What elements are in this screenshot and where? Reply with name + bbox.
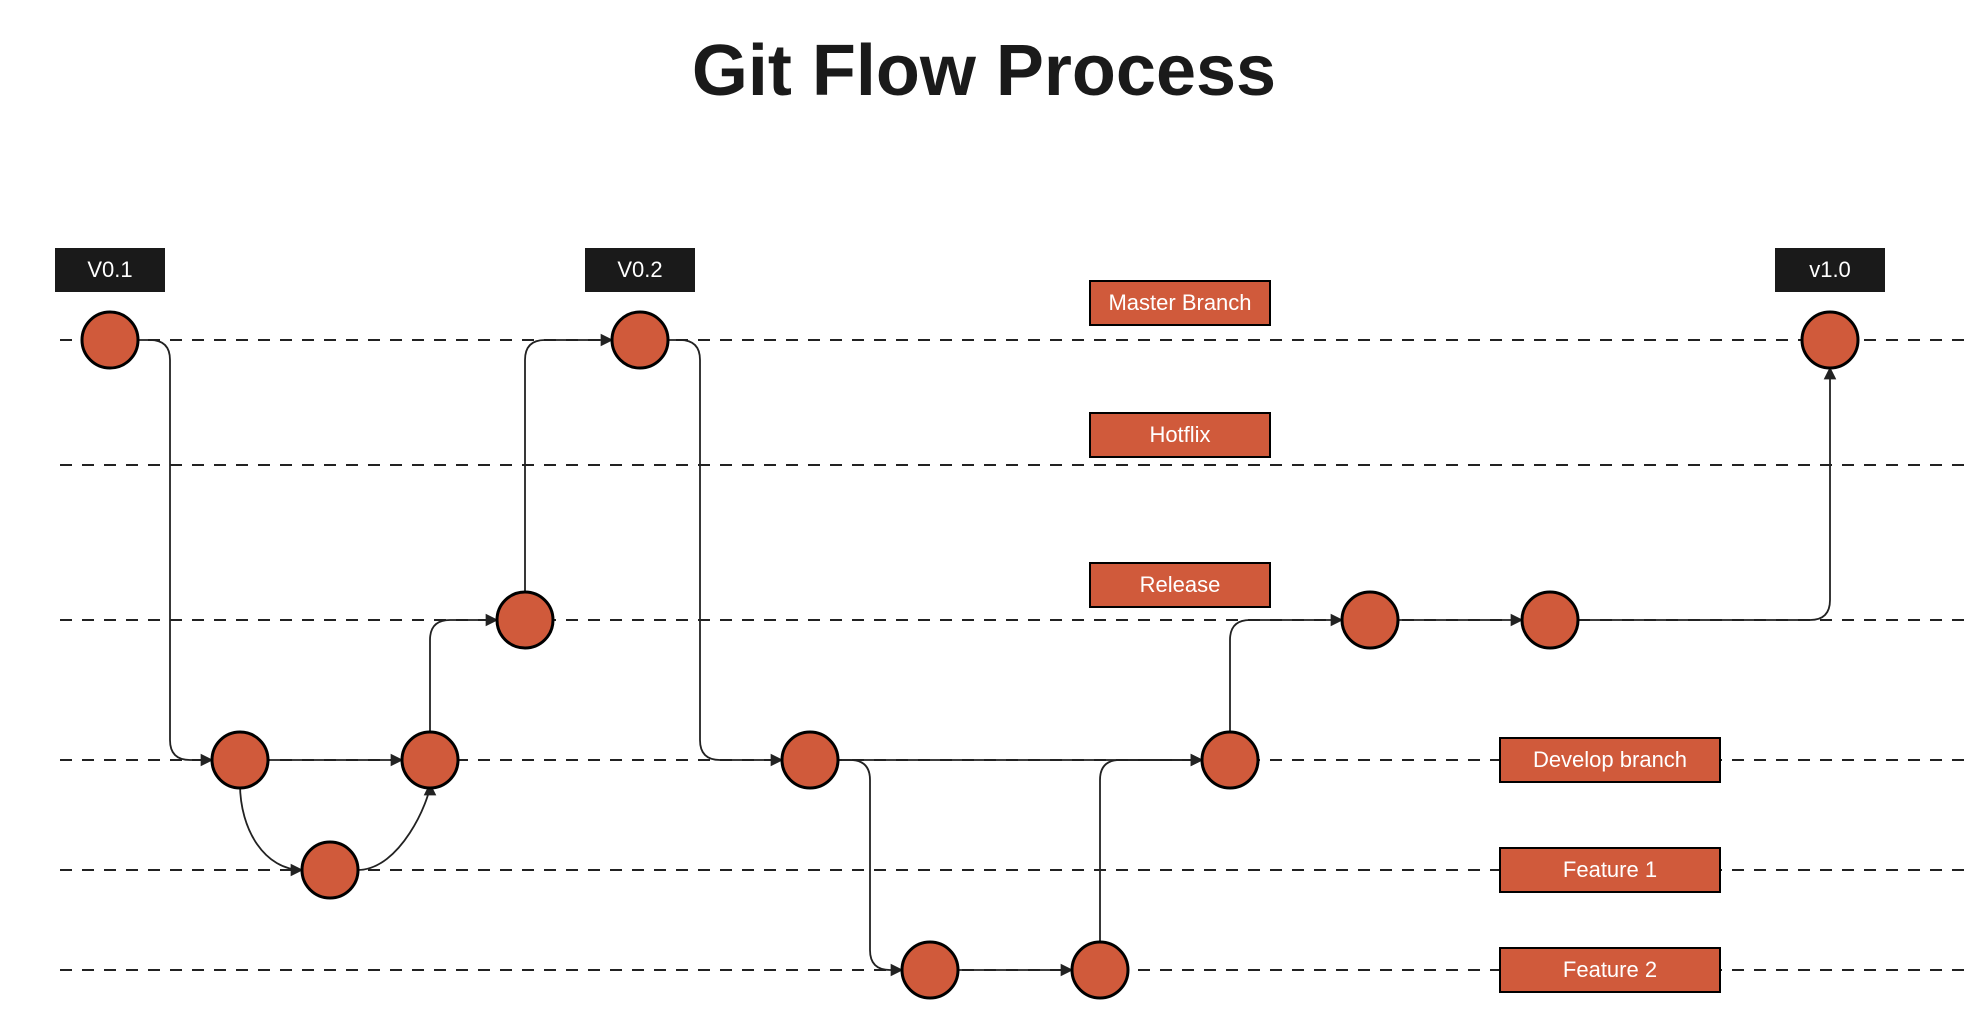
connection xyxy=(138,340,212,760)
feature2-label-text: Feature 2 xyxy=(1563,957,1657,982)
commit-node xyxy=(1072,942,1128,998)
commit-node xyxy=(1202,732,1258,788)
connection xyxy=(1578,368,1830,620)
commit-node xyxy=(212,732,268,788)
gitflow-svg: Master Branch Hotflix Release Develop branc… xyxy=(0,0,1968,1015)
versions-layer: V0.1 V0.2 v1.0 xyxy=(55,248,1885,292)
master-label-text: Master Branch xyxy=(1108,290,1251,315)
commit-node xyxy=(1522,592,1578,648)
version-tag-v01-text: V0.1 xyxy=(87,257,132,282)
commit-node xyxy=(82,312,138,368)
version-tag-v10-text: v1.0 xyxy=(1809,257,1851,282)
release-label-text: Release xyxy=(1140,572,1221,597)
hotfix-label-text: Hotflix xyxy=(1149,422,1210,447)
commit-node xyxy=(497,592,553,648)
connection xyxy=(1230,620,1342,732)
connection xyxy=(430,620,497,732)
commit-node xyxy=(1802,312,1858,368)
commit-node xyxy=(302,842,358,898)
commit-node xyxy=(1342,592,1398,648)
diagram-canvas: Git Flow Process Master BranchHotflixRel… xyxy=(0,0,1968,1015)
commit-node xyxy=(612,312,668,368)
connection xyxy=(358,784,430,870)
connection xyxy=(240,784,302,870)
feature1-label-text: Feature 1 xyxy=(1563,857,1657,882)
commit-node xyxy=(402,732,458,788)
commit-node xyxy=(902,942,958,998)
labels-layer: Master Branch Hotflix Release Develop branc… xyxy=(1090,281,1720,992)
commits-layer xyxy=(82,312,1858,998)
connection xyxy=(838,760,902,970)
connection xyxy=(1100,760,1202,942)
commit-node xyxy=(782,732,838,788)
develop-label-text: Develop branch xyxy=(1533,747,1687,772)
version-tag-v02-text: V0.2 xyxy=(617,257,662,282)
connection xyxy=(668,340,782,760)
